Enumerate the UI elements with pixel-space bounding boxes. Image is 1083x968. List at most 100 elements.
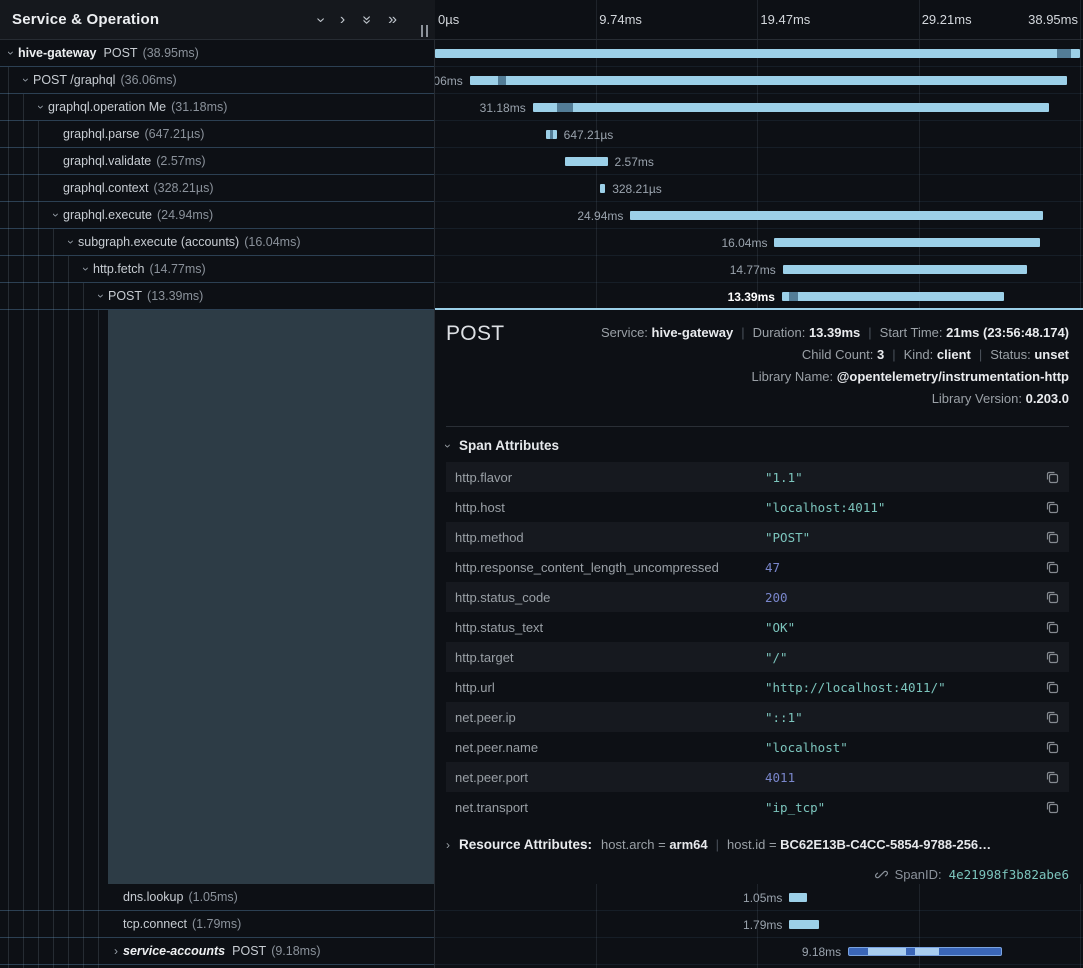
attribute-value: "1.1" xyxy=(765,470,1039,485)
span-duration: (38.95ms) xyxy=(143,46,199,60)
span-operation-name: graphql.context xyxy=(63,181,148,195)
span-name-cell[interactable]: ›subgraph.execute (accounts)(16.04ms) xyxy=(0,229,434,256)
span-bar[interactable] xyxy=(848,947,1002,956)
attribute-value: "localhost" xyxy=(765,740,1039,755)
resource-attribute-pairs: host.arch = arm64|host.id = BC62E13B-C4C… xyxy=(601,837,991,852)
attribute-row: net.peer.name"localhost" xyxy=(446,732,1069,762)
resource-value: BC62E13B-C4CC-5854-9788-256… xyxy=(780,837,991,852)
copy-icon[interactable] xyxy=(1039,470,1059,484)
span-operation-name: tcp.connect xyxy=(123,917,187,931)
timeline-tick-label: 9.74ms xyxy=(599,12,642,27)
copy-icon[interactable] xyxy=(1039,560,1059,574)
span-duration: (13.39ms) xyxy=(147,289,203,303)
attribute-key: http.flavor xyxy=(455,470,765,485)
collapse-arrow-icon[interactable]: › xyxy=(79,262,93,276)
span-bar[interactable] xyxy=(435,49,1080,58)
span-bar-cell: 31.18ms xyxy=(435,94,1083,121)
detail-title: POST xyxy=(446,322,504,346)
span-bar[interactable] xyxy=(774,238,1040,247)
span-bar[interactable] xyxy=(600,184,605,193)
trace-span-row: ›graphql.operation Me(31.18ms)31.18ms xyxy=(0,94,1083,121)
attribute-row: http.target"/" xyxy=(446,642,1069,672)
span-bar[interactable] xyxy=(470,76,1067,85)
span-bar[interactable] xyxy=(630,211,1043,220)
resource-key: host.arch = xyxy=(601,837,669,852)
header-icon-group: › › » » xyxy=(318,12,397,28)
collapse-arrow-icon[interactable]: › xyxy=(64,235,78,249)
indent-guide xyxy=(98,310,99,968)
attribute-key: http.host xyxy=(455,500,765,515)
collapse-arrow-icon[interactable]: › xyxy=(49,208,63,222)
trace-span-row: ›service-accountsPOST(9.18ms)9.18ms xyxy=(0,938,1083,965)
resource-attributes-row[interactable]: › Resource Attributes: host.arch = arm64… xyxy=(446,837,991,852)
detail-meta-key: Status: xyxy=(990,347,1034,362)
copy-icon[interactable] xyxy=(1039,530,1059,544)
expand-arrow-icon[interactable]: › xyxy=(109,944,123,958)
span-operation-name: dns.lookup xyxy=(123,890,183,904)
copy-icon[interactable] xyxy=(1039,590,1059,604)
double-chevron-right-icon[interactable]: » xyxy=(388,12,397,28)
span-attributes-header[interactable]: › Span Attributes xyxy=(446,438,559,453)
span-name-cell[interactable]: ›POST(13.39ms) xyxy=(0,283,434,310)
copy-icon[interactable] xyxy=(1039,740,1059,754)
copy-icon[interactable] xyxy=(1039,500,1059,514)
timeline-tick-label: 0µs xyxy=(438,12,459,27)
collapse-arrow-icon[interactable]: › xyxy=(94,289,108,303)
span-bar-cell: 38.95ms xyxy=(435,40,1083,67)
attribute-row: http.method"POST" xyxy=(446,522,1069,552)
collapse-arrow-icon[interactable]: › xyxy=(34,100,48,114)
span-bar[interactable] xyxy=(782,292,1004,301)
span-bar-cell: 2.57ms xyxy=(435,148,1083,175)
span-name-cell[interactable]: tcp.connect(1.79ms) xyxy=(0,911,434,938)
double-chevron-down-icon[interactable]: » xyxy=(359,15,375,24)
collapse-arrow-icon[interactable]: › xyxy=(4,46,18,60)
span-operation-name: POST xyxy=(232,944,266,958)
copy-icon[interactable] xyxy=(1039,620,1059,634)
span-name-cell[interactable]: graphql.parse(647.21µs) xyxy=(0,121,434,148)
attribute-row: net.transport"ip_tcp" xyxy=(446,792,1069,822)
copy-icon[interactable] xyxy=(1039,710,1059,724)
span-name-cell[interactable]: ›service-accountsPOST(9.18ms) xyxy=(0,938,434,965)
meta-separator: | xyxy=(868,325,871,340)
attribute-value: 4011 xyxy=(765,770,1039,785)
chevron-right-icon[interactable]: › xyxy=(340,12,345,28)
span-service-name: hive-gateway xyxy=(18,46,97,60)
detail-meta: Service: hive-gateway|Duration: 13.39ms|… xyxy=(601,322,1069,410)
chevron-down-icon[interactable]: › xyxy=(312,17,328,22)
panel-resize-grip[interactable] xyxy=(421,25,428,37)
span-name-cell[interactable]: ›graphql.execute(24.94ms) xyxy=(0,202,434,229)
copy-icon[interactable] xyxy=(1039,680,1059,694)
span-duration: (647.21µs) xyxy=(144,127,204,141)
span-bar[interactable] xyxy=(533,103,1049,112)
span-name-cell[interactable]: ›POST /graphql(36.06ms) xyxy=(0,67,434,94)
span-bar[interactable] xyxy=(783,265,1028,274)
link-icon[interactable] xyxy=(875,868,888,881)
resource-attributes-title: Resource Attributes: xyxy=(459,837,592,852)
span-name-cell[interactable]: ›http.fetch(14.77ms) xyxy=(0,256,434,283)
span-bar[interactable] xyxy=(789,920,819,929)
selected-span-block[interactable] xyxy=(108,310,434,884)
detail-meta-line: Child Count: 3|Kind: client|Status: unse… xyxy=(601,344,1069,366)
span-name-cell[interactable]: ›hive-gatewayPOST(38.95ms) xyxy=(0,40,434,67)
detail-meta-key: Duration: xyxy=(753,325,809,340)
span-name-cell[interactable]: ›graphql.operation Me(31.18ms) xyxy=(0,94,434,121)
span-id-value: 4e21998f3b82abe6 xyxy=(949,867,1069,882)
span-name-cell[interactable]: dns.lookup(1.05ms) xyxy=(0,884,434,911)
attribute-row: http.flavor"1.1" xyxy=(446,462,1069,492)
span-duration: (36.06ms) xyxy=(120,73,176,87)
copy-icon[interactable] xyxy=(1039,800,1059,814)
trace-span-row: ›hive-gatewayPOST(38.95ms)38.95ms xyxy=(0,40,1083,67)
attribute-value: 200 xyxy=(765,590,1039,605)
detail-meta-value: 0.203.0 xyxy=(1026,391,1069,406)
span-bar[interactable] xyxy=(565,157,608,166)
collapse-arrow-icon[interactable]: › xyxy=(19,73,33,87)
span-bar[interactable] xyxy=(546,130,557,139)
span-bar[interactable] xyxy=(789,893,806,902)
span-duration: (16.04ms) xyxy=(244,235,300,249)
attribute-key: net.peer.port xyxy=(455,770,765,785)
copy-icon[interactable] xyxy=(1039,770,1059,784)
attribute-row: http.response_content_length_uncompresse… xyxy=(446,552,1069,582)
span-name-cell[interactable]: graphql.context(328.21µs) xyxy=(0,175,434,202)
copy-icon[interactable] xyxy=(1039,650,1059,664)
span-name-cell[interactable]: graphql.validate(2.57ms) xyxy=(0,148,434,175)
